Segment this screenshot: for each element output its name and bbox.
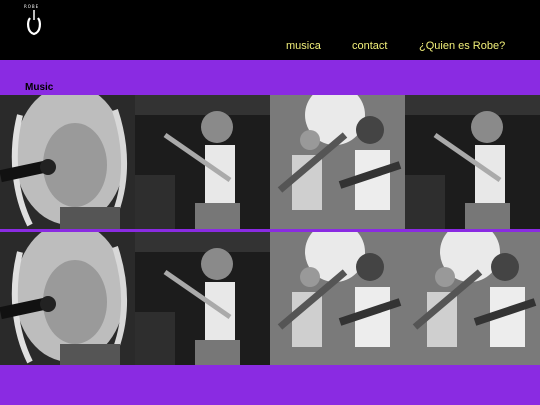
gallery-photo-singer[interactable] — [0, 232, 135, 366]
nav-link-musica[interactable]: musica — [286, 40, 321, 52]
gallery-photo-guitarist[interactable] — [135, 95, 270, 229]
logo-icon[interactable] — [26, 8, 42, 36]
footer-band — [0, 365, 540, 405]
gallery-photo-two-guitarists[interactable] — [270, 232, 405, 366]
gallery-photo-guitarist[interactable] — [135, 232, 270, 366]
gallery-photo-singer[interactable] — [0, 95, 135, 229]
section-title: Music — [25, 82, 54, 93]
top-header: ROBE musica contact ¿Quien es Robe? — [0, 0, 540, 60]
gallery-photo-two-guitarists[interactable] — [405, 232, 540, 366]
nav-link-contact[interactable]: contact — [352, 40, 387, 52]
nav-link-quien-es-robe[interactable]: ¿Quien es Robe? — [419, 40, 505, 52]
gallery-photo-two-guitarists[interactable] — [270, 95, 405, 229]
gallery-photo-guitarist[interactable] — [405, 95, 540, 229]
